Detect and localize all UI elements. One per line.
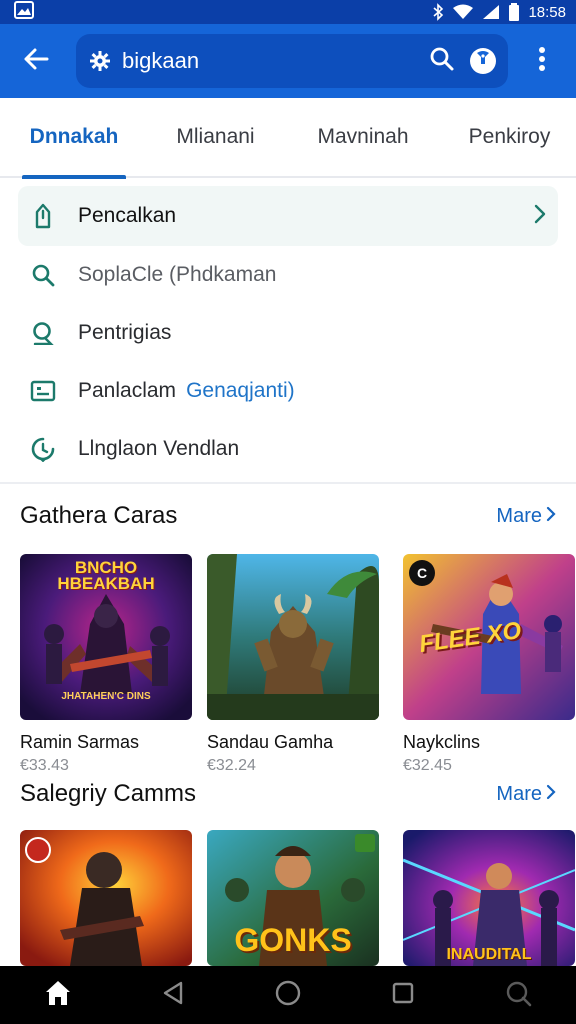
menu-list: Pencalkan SoplaCle (Phdkaman Pentrigias … (0, 186, 576, 478)
circle-home-icon (274, 979, 302, 1012)
game-card[interactable]: BNCHO HBEAKBAH JHATAHEN'C DINS Ramin Sar… (20, 554, 192, 775)
battery-icon (508, 3, 520, 21)
menu-item-label: Pencalkan (78, 204, 177, 227)
bookmark-icon (30, 203, 56, 229)
image-notification-icon (14, 0, 34, 24)
thumbnail-badge: C (409, 560, 435, 586)
status-left (14, 0, 34, 24)
search-icon (429, 46, 455, 77)
menu-item-sublabel: Genaqjanti) (186, 379, 295, 402)
section-title: Gathera Caras (20, 502, 178, 529)
tab-bar: Dnnakah Mlianani Mavninah Penkiroy (0, 97, 576, 179)
card-icon (30, 378, 56, 404)
search-nav-button[interactable] (488, 966, 548, 1024)
search-icon (30, 320, 56, 346)
status-bar: 18:58 (0, 0, 576, 24)
chevron-right-icon (534, 204, 546, 229)
menu-item-label: Panlaclam (78, 379, 177, 402)
card-price: €32.24 (207, 757, 256, 774)
home-nav-button[interactable] (258, 966, 318, 1024)
app-bar (0, 24, 576, 98)
search-icon (504, 979, 532, 1012)
tab-mavninah[interactable]: Mavninah (283, 97, 443, 177)
more-vertical-icon (538, 46, 546, 77)
see-more-link[interactable]: Mare (496, 505, 556, 528)
see-more-label: Mare (496, 782, 542, 805)
card-title: Naykclins (403, 732, 481, 752)
menu-item-pencalkan[interactable]: Pencalkan (18, 186, 558, 246)
tab-mlianani[interactable]: Mlianani (148, 97, 283, 177)
search-box[interactable] (76, 34, 508, 88)
game-thumbnail: GONKS (207, 830, 379, 966)
see-more-label: Mare (496, 504, 542, 527)
tab-dnnakah[interactable]: Dnnakah (0, 97, 148, 179)
game-thumbnail: BNCHO HBEAKBAH JHATAHEN'C DINS (20, 554, 192, 720)
thumbnail-caption: JHATAHEN'C DINS (61, 691, 151, 702)
voice-button[interactable] (470, 48, 496, 74)
card-title: Sandau Gamha (207, 732, 334, 752)
game-thumbnail: INAUDITAL (403, 830, 575, 966)
status-time: 18:58 (528, 3, 566, 21)
back-button[interactable] (8, 33, 64, 89)
menu-item-label: Pentrigias (78, 321, 172, 344)
history-icon (30, 436, 56, 462)
square-recents-icon (391, 981, 415, 1010)
menu-item-label: Llnglaon Vendlan (78, 437, 240, 460)
menu-item-pentrigias[interactable]: Pentrigias (18, 304, 558, 362)
game-card[interactable]: GONKS (207, 830, 379, 966)
search-input[interactable] (122, 48, 424, 74)
menu-item-llnglaon[interactable]: Llnglaon Vendlan (18, 420, 558, 478)
game-thumbnail (20, 830, 192, 966)
wifi-icon (452, 4, 474, 20)
more-options-button[interactable] (522, 33, 562, 89)
tab-penkiroy[interactable]: Penkiroy (443, 97, 576, 177)
bluetooth-icon (432, 3, 444, 21)
status-right: 18:58 (432, 3, 566, 21)
section-header: Salegriy Camms Mare (20, 780, 556, 808)
back-nav-button[interactable] (143, 966, 203, 1024)
section-header: Gathera Caras Mare (20, 502, 556, 530)
chevron-right-icon (546, 783, 556, 806)
triangle-back-icon (161, 980, 185, 1011)
card-price: €32.45 (403, 757, 452, 774)
game-thumbnail (207, 554, 379, 720)
chevron-right-icon (546, 505, 556, 528)
menu-item-soplacle[interactable]: SoplaCle (Phdkaman (18, 246, 558, 304)
menu-item-label: SoplaCle (Phdkaman (78, 263, 277, 286)
section-title: Salegriy Camms (20, 780, 197, 807)
game-card[interactable]: INAUDITAL (403, 830, 575, 966)
signal-icon (482, 4, 500, 20)
card-title: Ramin Sarmas (20, 732, 140, 752)
system-nav-bar (0, 966, 576, 1024)
gear-icon (88, 49, 112, 73)
thumbnail-caption: INAUDITAL (446, 946, 532, 963)
see-more-link[interactable]: Mare (496, 783, 556, 806)
thumbnail-title: BNCHO HBEAKBAH (57, 558, 155, 593)
menu-item-panlaclam[interactable]: Panlaclam Genaqjanti) (18, 362, 558, 420)
arrow-left-icon (23, 47, 49, 76)
divider (0, 482, 576, 484)
card-price: €33.43 (20, 757, 69, 774)
search-button[interactable] (424, 43, 460, 79)
recents-nav-button[interactable] (373, 966, 433, 1024)
search-icon (30, 262, 56, 288)
home-icon (43, 979, 73, 1012)
game-card[interactable] (20, 830, 192, 966)
mic-icon (475, 50, 491, 73)
thumbnail-title: GONKS (234, 922, 352, 958)
game-card[interactable]: C FLEE XO Naykclins €32.45 (403, 554, 575, 775)
screen: 18:58 bigkaan Dnnakah Mlianani Mavninah … (0, 0, 576, 1024)
game-card[interactable]: Sandau Gamha €32.24 (207, 554, 379, 775)
home-tab-button[interactable] (28, 966, 88, 1024)
game-thumbnail: C FLEE XO (403, 554, 575, 720)
